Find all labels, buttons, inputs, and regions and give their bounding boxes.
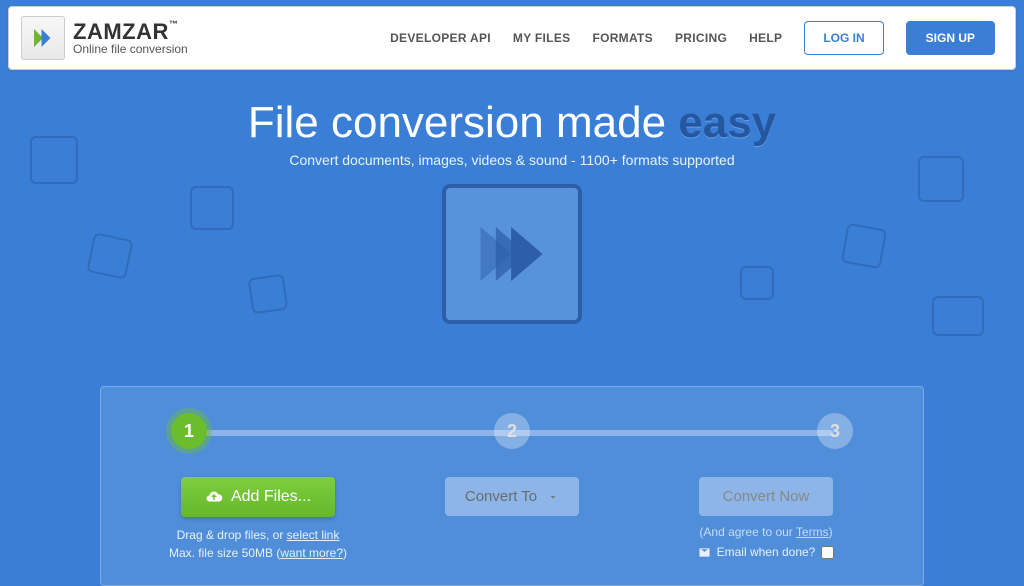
step-1-col: Add Files... Drag & drop files, or selec… xyxy=(141,477,375,563)
conversion-panel: 1 2 3 Add Files... Drag & drop files, or… xyxy=(100,386,924,586)
hero: File conversion made easy Convert docume… xyxy=(0,76,1024,336)
signup-button[interactable]: SIGN UP xyxy=(906,21,995,55)
nav-formats[interactable]: FORMATS xyxy=(592,31,653,45)
brand-name: ZAMZAR™ xyxy=(73,20,188,43)
step-1: 1 xyxy=(171,413,207,449)
top-nav-bar: ZAMZAR™ Online file conversion DEVELOPER… xyxy=(8,6,1016,70)
nav-pricing[interactable]: PRICING xyxy=(675,31,727,45)
logo-icon xyxy=(21,16,65,60)
add-files-button[interactable]: Add Files... xyxy=(181,477,335,517)
step-indicator: 1 2 3 xyxy=(141,413,883,449)
nav-help[interactable]: HELP xyxy=(749,31,782,45)
logo[interactable]: ZAMZAR™ Online file conversion xyxy=(21,16,188,60)
email-when-done[interactable]: Email when done? xyxy=(698,545,835,559)
hero-forward-icon xyxy=(442,184,582,324)
step-2-col: Convert To xyxy=(395,477,629,563)
add-files-hint: Drag & drop files, or select link Max. f… xyxy=(141,526,375,562)
select-link[interactable]: select link xyxy=(287,528,340,542)
convert-now-button[interactable]: Convert Now xyxy=(699,477,834,516)
brand-tagline: Online file conversion xyxy=(73,43,188,56)
actions-row: Add Files... Drag & drop files, or selec… xyxy=(141,477,883,563)
nav-developer-api[interactable]: DEVELOPER API xyxy=(390,31,491,45)
convert-to-dropdown[interactable]: Convert To xyxy=(445,477,579,516)
nav-my-files[interactable]: MY FILES xyxy=(513,31,571,45)
envelope-icon xyxy=(698,547,711,558)
chevron-down-icon xyxy=(547,491,559,503)
page-title: File conversion made easy xyxy=(0,98,1024,148)
terms-note: (And agree to our Terms) xyxy=(649,525,883,539)
step-2: 2 xyxy=(494,413,530,449)
email-checkbox[interactable] xyxy=(821,546,834,559)
step-3-col: Convert Now (And agree to our Terms) Ema… xyxy=(649,477,883,563)
main-nav: DEVELOPER API MY FILES FORMATS PRICING H… xyxy=(390,21,995,55)
login-button[interactable]: LOG IN xyxy=(804,21,883,55)
terms-link[interactable]: Terms xyxy=(796,525,829,539)
upload-cloud-icon xyxy=(205,488,223,506)
page-subtitle: Convert documents, images, videos & soun… xyxy=(0,152,1024,168)
want-more-link[interactable]: want more? xyxy=(280,546,343,560)
step-3: 3 xyxy=(817,413,853,449)
